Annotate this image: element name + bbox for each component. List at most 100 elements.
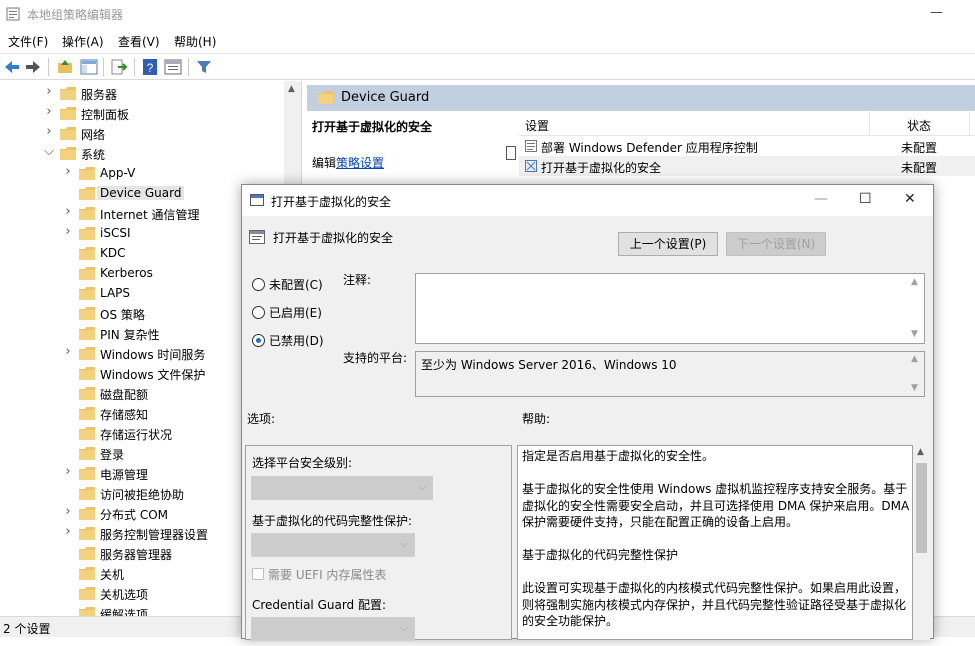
close-icon[interactable]: ✕ xyxy=(904,191,916,207)
tree-item[interactable]: › 网络 xyxy=(0,124,284,144)
menu-help[interactable]: 帮助(H) xyxy=(174,33,216,50)
folder-icon xyxy=(79,347,95,360)
folder-icon xyxy=(60,147,76,160)
export-list-icon[interactable] xyxy=(110,58,128,76)
folder-icon xyxy=(60,127,76,140)
chevron-right-icon[interactable]: › xyxy=(63,164,73,179)
chevron-right-icon[interactable]: › xyxy=(63,504,73,519)
platform-value: 至少为 Windows Server 2016、Windows 10 xyxy=(421,358,677,372)
dialog-title-bar: 打开基于虚拟化的安全 — ☐ ✕ xyxy=(242,185,933,216)
tree-item-label: App-V xyxy=(100,166,136,180)
description-edit: 编辑策略设置 xyxy=(312,154,384,171)
help-paragraph: 此设置可实现基于虚拟化的内核模式代码完整性保护。如果启用此设置，则将强制实施内核… xyxy=(522,581,907,628)
folder-icon xyxy=(79,387,95,400)
tree-item-label: 网络 xyxy=(81,128,106,142)
chevron-right-icon[interactable]: › xyxy=(44,84,54,99)
tree-item-label: 磁盘配额 xyxy=(100,388,149,402)
next-setting-button[interactable]: 下一个设置(N) xyxy=(726,232,826,256)
code-integrity-select[interactable]: ⌵ xyxy=(251,533,415,557)
radio-disabled[interactable] xyxy=(252,334,265,347)
col-setting[interactable]: 设置 xyxy=(525,117,549,134)
table-row[interactable]: 打开基于虚拟化的安全 未配置 xyxy=(519,156,975,176)
folder-icon xyxy=(79,427,95,440)
chevron-right-icon[interactable]: › xyxy=(63,464,73,479)
show-hide-tree-icon[interactable] xyxy=(80,58,98,76)
up-folder-icon[interactable] xyxy=(56,58,74,76)
folder-icon xyxy=(79,307,95,320)
tree-item-label: 分布式 COM xyxy=(100,508,168,522)
folder-icon xyxy=(79,467,95,480)
chevron-right-icon[interactable]: › xyxy=(63,224,73,239)
tree-item-label: Internet 通信管理 xyxy=(100,208,200,222)
radio-enabled[interactable] xyxy=(252,306,265,319)
folder-icon xyxy=(79,587,95,600)
radio-label[interactable]: 已启用(E) xyxy=(269,304,322,321)
uefi-checkbox[interactable] xyxy=(252,568,264,580)
platform-level-label: 选择平台安全级别: xyxy=(252,456,353,470)
tree-item[interactable]: › App-V xyxy=(0,164,284,184)
options-panel: 选择平台安全级别: ⌵ 基于虚拟化的代码完整性保护: ⌵ 需要 UEFI 内存属… xyxy=(245,445,512,641)
menu-view[interactable]: 查看(V) xyxy=(118,33,160,50)
chevron-right-icon[interactable]: › xyxy=(63,204,73,219)
maximize-icon[interactable]: ☐ xyxy=(859,191,872,207)
filter-icon[interactable] xyxy=(195,58,213,76)
platform-scrollbar[interactable]: ▲ ▼ xyxy=(907,352,924,396)
help-paragraph: 基于虚拟化的代码完整性保护 xyxy=(522,548,679,562)
comment-field[interactable] xyxy=(415,273,925,344)
details-header: Device Guard xyxy=(307,85,975,111)
folder-icon xyxy=(79,327,95,340)
radio-not-configured[interactable] xyxy=(252,278,265,291)
radio-label[interactable]: 已禁用(D) xyxy=(269,332,324,349)
minimize-icon[interactable]: — xyxy=(930,5,943,20)
back-arrow-icon[interactable] xyxy=(3,58,21,76)
tree-item-label: 登录 xyxy=(100,448,125,462)
folder-icon xyxy=(79,547,95,560)
table-row[interactable]: 部署 Windows Defender 应用程序控制 未配置 xyxy=(519,136,975,156)
menu-bar: 文件(F) 操作(A) 查看(V) 帮助(H) xyxy=(0,30,975,52)
chevron-right-icon[interactable]: › xyxy=(44,104,54,119)
folder-icon xyxy=(79,287,95,300)
folder-icon xyxy=(79,447,95,460)
code-integrity-label: 基于虚拟化的代码完整性保护: xyxy=(252,514,413,528)
tree-item-label: 存储运行状况 xyxy=(100,428,173,442)
expand-toggle[interactable] xyxy=(506,146,516,160)
tree-item[interactable]: › 控制面板 xyxy=(0,104,284,124)
dialog-app-icon xyxy=(250,194,264,206)
help-scrollbar[interactable]: ▲ xyxy=(913,445,930,640)
tree-item[interactable]: ⌵ 系统 xyxy=(0,144,284,164)
policy-settings-link[interactable]: 策略设置 xyxy=(336,156,384,170)
folder-icon xyxy=(79,227,95,240)
dialog-title: 打开基于虚拟化的安全 xyxy=(271,195,392,209)
credential-guard-select[interactable]: ⌵ xyxy=(251,617,415,641)
chevron-right-icon[interactable]: › xyxy=(63,524,73,539)
minimize-icon[interactable]: — xyxy=(814,191,828,207)
tree-item-label: 电源管理 xyxy=(100,468,149,482)
tree-item-label: 存储感知 xyxy=(100,408,149,422)
radio-label[interactable]: 未配置(C) xyxy=(269,276,323,293)
forward-arrow-icon[interactable] xyxy=(24,58,42,76)
policy-dialog: 打开基于虚拟化的安全 — ☐ ✕ 打开基于虚拟化的安全 上一个设置(P) 下一个… xyxy=(241,184,934,641)
menu-action[interactable]: 操作(A) xyxy=(62,33,104,50)
chevron-right-icon[interactable]: › xyxy=(44,124,54,139)
folder-icon xyxy=(79,187,95,200)
menu-file[interactable]: 文件(F) xyxy=(8,33,48,50)
svg-text:?: ? xyxy=(147,61,154,75)
comment-scrollbar[interactable]: ▲ ▼ xyxy=(907,274,924,343)
policy-setting-icon xyxy=(525,140,537,152)
chevron-right-icon[interactable]: › xyxy=(63,344,73,359)
platform-level-select[interactable]: ⌵ xyxy=(251,476,433,500)
folder-icon xyxy=(79,567,95,580)
details-header-title: Device Guard xyxy=(341,90,430,105)
folder-icon xyxy=(60,87,76,100)
help-icon[interactable]: ? xyxy=(141,58,159,76)
folder-icon xyxy=(79,407,95,420)
chevron-down-icon[interactable]: ⌵ xyxy=(44,144,54,159)
col-state[interactable]: 状态 xyxy=(907,117,931,134)
help-scroll-thumb[interactable] xyxy=(916,463,927,553)
properties-icon[interactable] xyxy=(164,58,182,76)
tree-item[interactable]: › 服务器 xyxy=(0,84,284,104)
tree-item-label: 缓解选项 xyxy=(100,608,149,616)
tree-item-label: 服务器管理器 xyxy=(100,548,173,562)
help-paragraph: 基于虚拟化的安全性使用 Windows 虚拟机监控程序支持安全服务。基于虚拟化的… xyxy=(522,482,910,529)
previous-setting-button[interactable]: 上一个设置(P) xyxy=(618,232,718,256)
